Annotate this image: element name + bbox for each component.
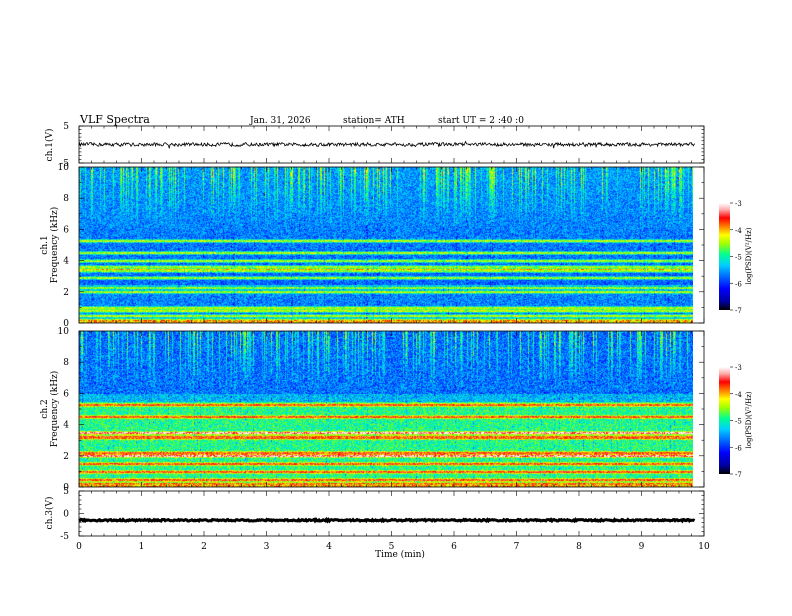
x-axis-label: Time (min) xyxy=(375,549,425,560)
x-tick-label: 4 xyxy=(326,542,332,552)
y-tick-label: 0 xyxy=(63,510,69,520)
ch1-waveform-line xyxy=(78,140,695,149)
x-tick-label: 0 xyxy=(76,542,82,552)
y-tick-label: 10 xyxy=(58,327,70,337)
colorbar-tick-label: -6 xyxy=(735,280,742,288)
ch1-waveform-plot xyxy=(78,140,695,149)
y-tick-label: 5 xyxy=(63,487,69,497)
y-tick-label: 6 xyxy=(63,389,69,399)
figure-title: VLF Spectra xyxy=(79,113,150,126)
ch1-colorbar-gradient xyxy=(719,203,730,310)
x-tick-label: 10 xyxy=(698,542,710,552)
ch2-colorbar-label: log(PSD)(V²/Hz) xyxy=(745,391,753,448)
ch1-channel-label: ch.1 xyxy=(40,235,50,254)
colorbar-tick-label: -6 xyxy=(735,444,742,452)
colorbar-tick-label: -7 xyxy=(735,307,742,315)
y-tick-label: 8 xyxy=(63,194,69,204)
x-tick-label: 9 xyxy=(639,542,645,552)
y-tick-label: 10 xyxy=(58,163,70,173)
ch1-spectrogram-panel xyxy=(78,166,705,324)
x-tick-label: 8 xyxy=(576,542,582,552)
colorbar-tick-label: -5 xyxy=(735,418,742,426)
x-tick-label: 2 xyxy=(201,542,207,552)
x-tick-label: 6 xyxy=(451,542,457,552)
colorbar-tick-label: -7 xyxy=(735,471,742,479)
start-ut-label: start UT = 2 :40 :0 xyxy=(438,116,524,126)
ch2-spectrogram-panel xyxy=(78,330,705,488)
vlf-spectra-figure: VLF Spectra Jan. 31, 2026 station= ATH s… xyxy=(0,0,792,612)
ch3-waveform-ylabel: ch.3(V) xyxy=(44,497,55,530)
figure-svg: VLF Spectra Jan. 31, 2026 station= ATH s… xyxy=(40,113,753,560)
y-tick-label: 2 xyxy=(63,288,69,298)
ch2-spectrogram-image xyxy=(79,331,693,487)
y-tick-label: 4 xyxy=(63,257,69,267)
ch1-waveform-ylabel: ch.1(V) xyxy=(44,129,55,162)
x-tick-label: 3 xyxy=(264,542,270,552)
ch1-colorbar-label: log(PSD)(V²/Hz) xyxy=(745,227,753,284)
ch3-waveform-plot xyxy=(78,516,696,524)
ch3-waveform-line xyxy=(78,516,696,524)
ch2-frequency-ylabel: Frequency (kHz) xyxy=(49,371,60,448)
ch1-spectrogram-image xyxy=(79,167,693,323)
date-label: Jan. 31, 2026 xyxy=(249,116,311,126)
y-tick-label: 6 xyxy=(63,225,69,235)
y-tick-label: 8 xyxy=(63,358,69,368)
y-tick-label: -5 xyxy=(60,532,69,542)
station-label: station= ATH xyxy=(343,116,405,126)
y-tick-label: 2 xyxy=(63,452,69,462)
x-tick-label: 1 xyxy=(139,542,145,552)
ch2-colorbar-gradient xyxy=(719,367,730,474)
ch3-waveform-frame xyxy=(78,490,705,537)
ch2-channel-label: ch.2 xyxy=(40,399,50,418)
colorbar-tick-label: -4 xyxy=(735,391,742,399)
ch1-frequency-ylabel: Frequency (kHz) xyxy=(49,207,60,284)
colorbar-tick-label: -3 xyxy=(735,364,742,372)
y-tick-label: 5 xyxy=(63,122,69,132)
colorbar-tick-label: -3 xyxy=(735,200,742,208)
x-tick-label: 7 xyxy=(514,542,520,552)
y-tick-label: 4 xyxy=(63,421,69,431)
colorbar-tick-label: -4 xyxy=(735,227,742,235)
colorbar-tick-label: -5 xyxy=(735,254,742,262)
